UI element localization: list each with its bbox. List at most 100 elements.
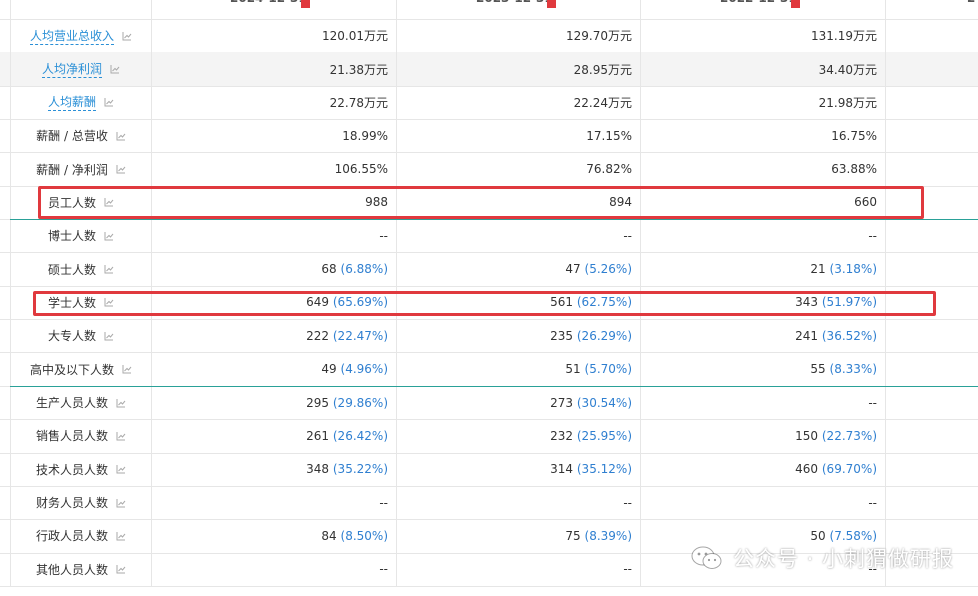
trend-chart-icon[interactable]	[116, 531, 126, 541]
value-number: 261	[306, 428, 330, 443]
metric-label: 硕士人数	[47, 262, 96, 277]
row-label-cell: 销售人员人数	[10, 419, 152, 453]
value-cell: 295 (29.86%)	[150, 385, 397, 420]
watermark: 公众号 · 小刺猬做研报	[691, 543, 954, 573]
value-number: 55	[810, 362, 826, 377]
value-text: 232 (25.95%)	[550, 429, 640, 443]
value-number: 18.99%	[342, 128, 388, 143]
overflow-cell	[885, 19, 978, 52]
value-number: --	[379, 562, 388, 577]
value-percent: (8.39%)	[584, 528, 632, 543]
value-number: 34.40万元	[818, 62, 877, 77]
trend-chart-icon[interactable]	[116, 398, 126, 408]
trend-chart-icon[interactable]	[122, 364, 132, 374]
value-text: 150 (22.73%)	[795, 429, 885, 443]
value-cell: 84 (8.50%)	[150, 519, 397, 553]
trend-chart-icon[interactable]	[104, 97, 114, 107]
value-text: 241 (36.52%)	[795, 329, 885, 343]
table-row: 人均薪酬 22.78万元 22.24万元 21.98万元	[0, 85, 978, 121]
value-text: 295 (29.86%)	[306, 396, 396, 410]
value-text: 348 (35.22%)	[306, 462, 396, 476]
value-number: --	[623, 562, 632, 577]
value-number: --	[868, 495, 877, 510]
value-text: 21.98万元	[819, 94, 885, 111]
trend-chart-icon[interactable]	[104, 297, 114, 307]
trend-chart-icon[interactable]	[116, 164, 126, 174]
row-label-cell: 大专人数	[10, 319, 152, 353]
row-label-cell: 博士人数	[10, 219, 152, 253]
trend-chart-icon[interactable]	[104, 331, 114, 341]
value-number: --	[868, 228, 877, 243]
value-cell: 131.19万元	[640, 19, 886, 53]
value-text: --	[868, 396, 885, 410]
value-cell: 348 (35.22%)	[150, 452, 397, 486]
row-label-cell: 其他人员人数	[10, 552, 152, 586]
value-text: 18.99%	[342, 129, 396, 143]
metric-link[interactable]: 人均营业总收入	[29, 27, 114, 45]
report-flag-icon	[791, 0, 800, 8]
value-number: 235	[550, 328, 574, 343]
value-number: 295	[306, 395, 330, 410]
value-text: 120.01万元	[322, 27, 396, 44]
value-number: 150	[795, 428, 819, 443]
trend-chart-icon[interactable]	[104, 264, 114, 274]
value-number: 21	[810, 262, 826, 277]
metric-link[interactable]: 人均薪酬	[47, 93, 96, 112]
value-number: 16.75%	[831, 128, 877, 143]
value-text: 22.78万元	[330, 94, 396, 111]
value-text: 649 (65.69%)	[306, 295, 396, 309]
overflow-cell	[885, 386, 978, 419]
table-row: 硕士人数 68 (6.88%) 47 (5.26%) 21 (3.18%)	[0, 252, 978, 287]
value-percent: (62.75%)	[576, 295, 632, 310]
value-cell: 988	[150, 185, 397, 220]
row-label-cell: 技术人员人数	[10, 452, 152, 486]
value-percent: (26.42%)	[332, 428, 388, 443]
value-text: --	[379, 562, 396, 576]
value-text: 68 (6.88%)	[321, 262, 396, 276]
value-cell: 47 (5.26%)	[396, 252, 641, 286]
value-text: 21.38万元	[330, 61, 396, 78]
value-text: 235 (26.29%)	[550, 329, 640, 343]
value-cell: 232 (25.95%)	[396, 419, 641, 453]
trend-chart-icon[interactable]	[116, 431, 126, 441]
value-cell: 222 (22.47%)	[150, 319, 397, 353]
value-cell: --	[640, 219, 886, 253]
trend-chart-icon[interactable]	[116, 498, 126, 508]
header-col-2[interactable]: 2023-12-31	[396, 0, 641, 19]
header-col-4[interactable]: 2	[885, 0, 978, 19]
row-label-cell: 生产人员人数	[10, 385, 152, 420]
value-cell: --	[640, 485, 886, 520]
value-number: 348	[306, 462, 330, 477]
table-row: 博士人数 -- -- --	[0, 219, 978, 254]
trend-chart-icon[interactable]	[104, 197, 114, 207]
value-cell: 17.15%	[396, 119, 641, 153]
trend-chart-icon[interactable]	[116, 564, 126, 574]
value-percent: (22.73%)	[821, 428, 877, 443]
header-col-1[interactable]: 2024-12-31	[150, 0, 397, 19]
value-cell: 894	[396, 185, 641, 220]
trend-chart-icon[interactable]	[110, 64, 120, 74]
value-number: 561	[550, 295, 574, 310]
trend-chart-icon[interactable]	[104, 231, 114, 241]
wechat-icon	[691, 546, 722, 569]
metric-link[interactable]: 人均净利润	[41, 60, 102, 79]
value-cell: 660	[640, 185, 886, 220]
trend-chart-icon[interactable]	[116, 464, 126, 474]
value-text: 261 (26.42%)	[306, 429, 396, 443]
value-text: 131.19万元	[811, 27, 885, 44]
value-text: 22.24万元	[574, 94, 640, 111]
value-percent: (30.54%)	[576, 395, 632, 410]
value-cell: --	[396, 219, 641, 253]
value-number: 68	[321, 262, 337, 277]
overflow-cell	[885, 52, 978, 85]
value-cell: 649 (65.69%)	[150, 285, 397, 320]
header-col-3[interactable]: 2022-12-31	[640, 0, 886, 19]
value-percent: (25.95%)	[576, 428, 632, 443]
metric-label: 薪酬 / 净利润	[36, 162, 108, 177]
value-text: 49 (4.96%)	[321, 362, 396, 376]
value-number: 894	[609, 195, 632, 210]
table-row: 员工人数 988 894 660	[0, 185, 978, 221]
value-cell: --	[150, 219, 397, 253]
trend-chart-icon[interactable]	[116, 131, 126, 141]
trend-chart-icon[interactable]	[122, 31, 132, 41]
